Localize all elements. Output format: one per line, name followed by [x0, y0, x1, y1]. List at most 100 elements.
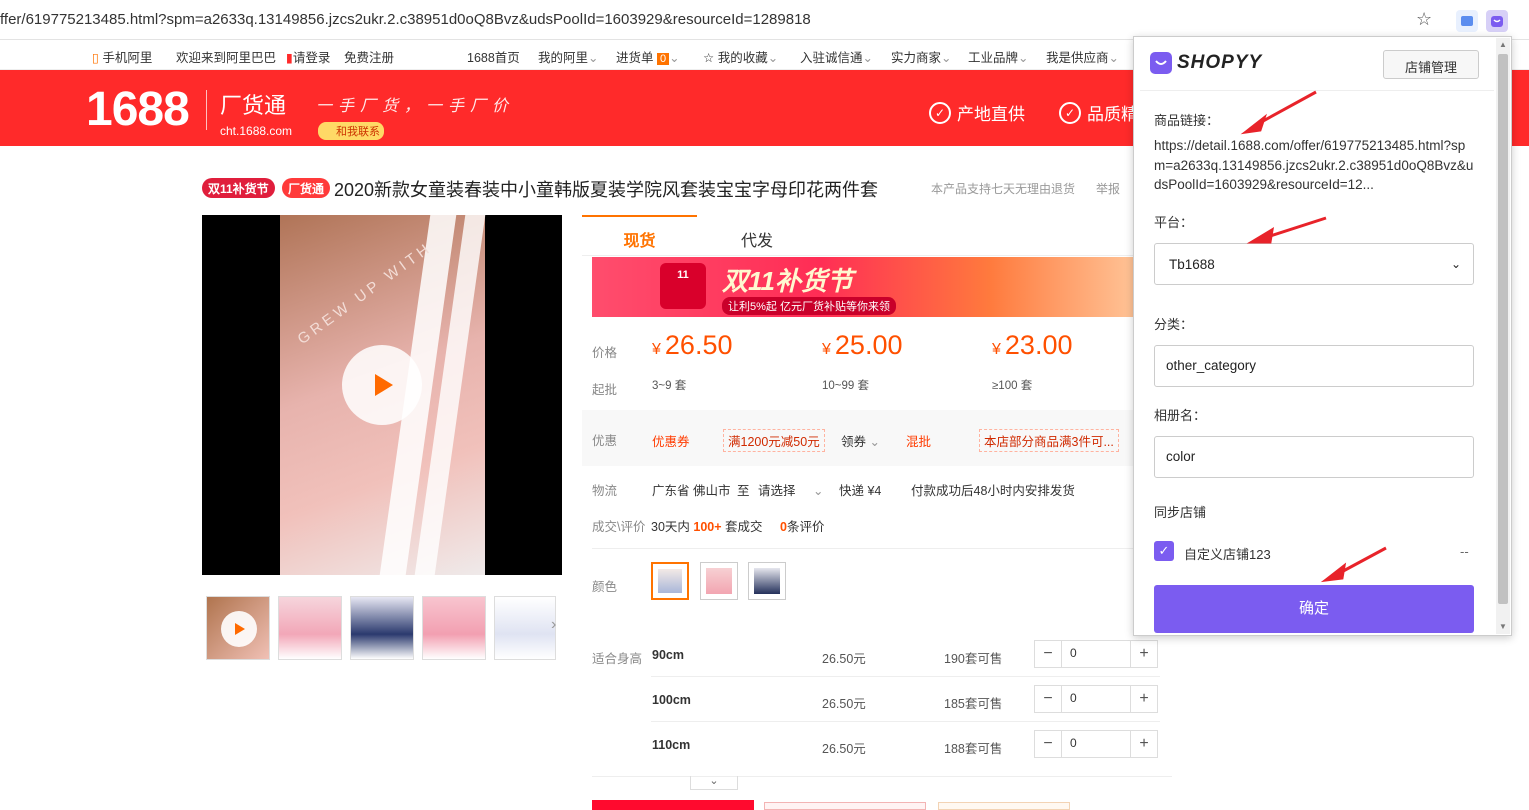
banner-badge-icon: 11	[660, 263, 706, 309]
scroll-up-icon[interactable]: ▲	[1499, 40, 1507, 49]
chevron-down-icon: ⌄	[1018, 51, 1029, 65]
color-option-2[interactable]	[700, 562, 738, 600]
section-divider	[592, 548, 1160, 549]
minus-button[interactable]: −	[1035, 690, 1061, 708]
price-label: 价格	[592, 346, 618, 360]
min-qty-label: 起批	[592, 383, 618, 397]
price-tier-1: ¥26.50	[652, 330, 733, 360]
to-text: 至	[737, 484, 750, 498]
cart-menu[interactable]: 进货单 0 ⌄	[616, 47, 680, 66]
report-link[interactable]: 举报	[1096, 180, 1120, 197]
thumbnail-4[interactable]	[422, 596, 486, 660]
logo-divider	[206, 90, 207, 130]
deal-info: 30天内 100+ 套成交 0条评价	[651, 520, 825, 534]
site-logo[interactable]: 1688	[86, 82, 190, 137]
extension-icon[interactable]	[1456, 10, 1478, 32]
chevron-down-icon: ⌄	[1108, 51, 1119, 65]
shopyy-extension-icon[interactable]	[1486, 10, 1508, 32]
size-price: 26.50元	[822, 697, 866, 711]
welcome-text: 欢迎来到阿里巴巴	[176, 51, 277, 65]
plus-button[interactable]: +	[1131, 645, 1157, 663]
tab-dropship[interactable]: 代发	[697, 215, 817, 255]
express-fee: 快递 ¥4	[839, 484, 882, 498]
chevron-down-icon: ⌄	[588, 51, 599, 65]
chevron-right-icon[interactable]: ›	[551, 616, 556, 634]
ship-note: 付款成功后48小时内安排发货	[911, 484, 1075, 498]
expand-chevron-icon[interactable]: ⌄	[690, 776, 738, 790]
qty-tier-2: 10~99 套	[822, 380, 869, 392]
category-label: 分类：	[1154, 317, 1194, 332]
get-coupon-button[interactable]: 领券 ⌄	[841, 431, 880, 450]
thumbnail-5[interactable]	[494, 596, 556, 660]
supplier-menu[interactable]: 我是供应商⌄	[1046, 47, 1119, 66]
arrow-annotation-icon	[1320, 546, 1387, 583]
promo-label: 优惠	[592, 434, 618, 448]
industrial-menu[interactable]: 工业品牌⌄	[968, 47, 1029, 66]
mixed-batch-label: 混批	[906, 435, 932, 449]
store-checkbox[interactable]: ✓	[1154, 541, 1174, 561]
chevron-down-icon: ⌄	[813, 484, 824, 498]
buy-button-edge[interactable]	[592, 800, 754, 810]
promo-banner[interactable]: 11 双11补货节 让利5%起 亿元厂货补贴等你来领	[592, 257, 1160, 317]
favorites-menu[interactable]: ☆ 我的收藏⌄	[703, 47, 778, 66]
popup-scrollbar-thumb[interactable]	[1498, 54, 1508, 604]
origin-text: 广东省 佛山市	[652, 484, 731, 498]
size-price: 26.50元	[822, 652, 866, 666]
confirm-button[interactable]: 确定	[1154, 585, 1474, 633]
cart-button-edge[interactable]	[764, 802, 926, 810]
my-ali-menu[interactable]: 我的阿里⌄	[538, 47, 599, 66]
url-bar[interactable]: ffer/619775213485.html?spm=a2633q.131498…	[0, 11, 811, 28]
arrow-annotation-icon	[1240, 90, 1317, 135]
phone-icon: ▯	[92, 51, 99, 65]
popup-brand: SHOPYY	[1177, 52, 1263, 73]
plus-button[interactable]: +	[1131, 735, 1157, 753]
size-stock: 185套可售	[944, 697, 1003, 711]
color-option-1[interactable]	[651, 562, 689, 600]
brand-domain: cht.1688.com	[220, 124, 293, 138]
thumbnail-3[interactable]	[350, 596, 414, 660]
contact-button[interactable]: 和我联系	[318, 122, 384, 140]
qty-input[interactable]: 0	[1061, 731, 1131, 757]
qty-input[interactable]: 0	[1061, 686, 1131, 712]
star-icon[interactable]: ☆	[1416, 9, 1432, 30]
brand-name: 厂货通	[220, 93, 287, 118]
play-button[interactable]	[342, 345, 422, 425]
size-stock: 188套可售	[944, 742, 1003, 756]
merchants-menu[interactable]: 实力商家⌄	[891, 47, 952, 66]
check-circle-icon: ✓	[929, 101, 951, 124]
minus-button[interactable]: −	[1035, 645, 1061, 663]
category-input[interactable]: other_category	[1154, 345, 1474, 387]
login-link[interactable]: ▮请登录	[286, 47, 330, 66]
color-option-3[interactable]	[748, 562, 786, 600]
destination-select[interactable]: 请选择 ⌄	[758, 480, 823, 499]
qty-tier-3: ≥100 套	[992, 380, 1033, 392]
tab-divider	[582, 255, 1160, 256]
thumbnail-video[interactable]	[206, 596, 270, 660]
store-manage-button[interactable]: 店铺管理	[1383, 50, 1479, 79]
qty-input[interactable]: 0	[1061, 641, 1131, 667]
product-video[interactable]: GREW UP WITH	[202, 215, 562, 575]
album-input[interactable]: color	[1154, 436, 1474, 478]
minus-button[interactable]: −	[1035, 735, 1061, 753]
chevron-down-icon: ⌄	[862, 51, 873, 65]
mixed-batch-value[interactable]: 本店部分商品满3件可...	[979, 429, 1119, 452]
scroll-down-icon[interactable]: ▼	[1499, 622, 1507, 631]
qty-stepper: −0 +	[1034, 730, 1158, 758]
thumbnail-2[interactable]	[278, 596, 342, 660]
chuanghuo-tag: 厂货通	[282, 178, 331, 198]
slogan: 一手厂货，一手厂价	[316, 98, 515, 115]
tab-in-stock[interactable]: 现货	[582, 215, 697, 255]
store-extra: --	[1460, 544, 1469, 559]
coupon-value[interactable]: 满1200元减50元	[723, 429, 825, 452]
plus-button[interactable]: +	[1131, 690, 1157, 708]
size-110: 110cm	[652, 738, 691, 752]
other-button-edge[interactable]	[938, 802, 1070, 810]
logistics-label: 物流	[592, 484, 618, 498]
home-link[interactable]: 1688首页	[467, 47, 520, 66]
qty-tier-1: 3~9 套	[652, 380, 687, 392]
register-link[interactable]: 免费注册	[344, 47, 394, 66]
mobile-link[interactable]: ▯ 手机阿里	[92, 47, 152, 66]
platform-select[interactable]: Tb1688 ⌄	[1154, 243, 1474, 285]
join-menu[interactable]: 入驻诚信通⌄	[800, 47, 873, 66]
cart-count-badge: 0	[657, 53, 670, 65]
